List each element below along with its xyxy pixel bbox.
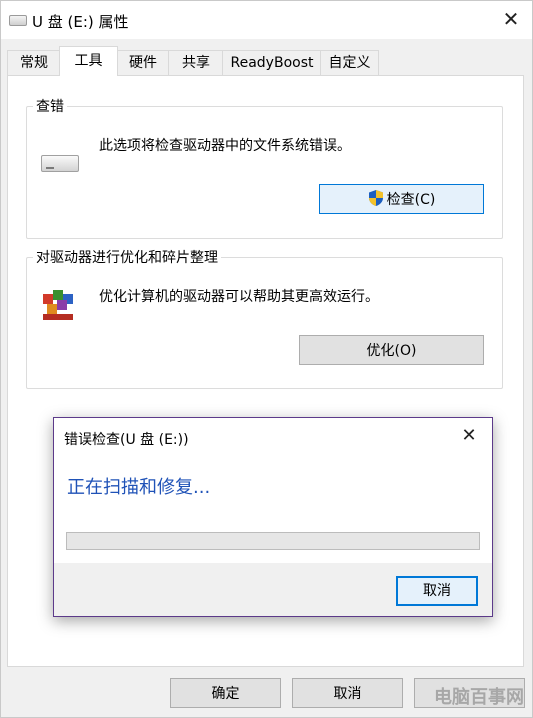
error-check-dialog: 错误检查(U 盘 (E:)) ✕ 正在扫描和修复... 取消 [53,417,493,617]
drive-icon [41,155,79,172]
close-icon[interactable]: ✕ [458,424,480,448]
defrag-icon [43,290,73,320]
scan-progress-bar [66,532,480,550]
optimize-group: 对驱动器进行优化和碎片整理 优化计算机的驱动器可以帮助其更高效运行。 优化(O) [26,247,503,389]
check-button[interactable]: 检查(C) [319,184,484,214]
footer-cancel-button[interactable]: 取消 [292,678,403,708]
title-bar: U 盘 (E:) 属性 ✕ [1,1,532,39]
tab-customize[interactable]: 自定义 [320,50,379,75]
error-check-group: 查错 此选项将检查驱动器中的文件系统错误。 检查(C) [26,96,503,239]
scan-status: 正在扫描和修复... [67,477,211,498]
error-check-description: 此选项将检查驱动器中的文件系统错误。 [99,138,351,154]
ok-button[interactable]: 确定 [170,678,281,708]
optimize-group-title: 对驱动器进行优化和碎片整理 [33,247,221,267]
dialog-cancel-button[interactable]: 取消 [396,576,478,606]
error-check-group-title: 查错 [33,96,67,116]
optimize-button[interactable]: 优化(O) [299,335,484,365]
tab-general[interactable]: 常规 [7,50,61,75]
close-icon[interactable]: ✕ [500,8,522,30]
tab-sharing[interactable]: 共享 [168,50,224,75]
watermark: 电脑百事网 [434,687,524,708]
shield-icon [368,190,383,206]
optimize-description: 优化计算机的驱动器可以帮助其更高效运行。 [99,289,379,305]
window-title: U 盘 (E:) 属性 [32,13,129,31]
properties-window: U 盘 (E:) 属性 ✕ 常规 工具 硬件 共享 ReadyBoost 自定义… [0,0,533,718]
tab-hardware[interactable]: 硬件 [116,50,170,75]
dialog-content: 错误检查(U 盘 (E:)) ✕ 正在扫描和修复... [54,418,492,563]
check-button-label: 检查(C) [386,192,436,208]
tab-readyboost[interactable]: ReadyBoost [222,50,322,75]
drive-icon [9,15,27,26]
tab-tools[interactable]: 工具 [59,46,118,76]
dialog-title: 错误检查(U 盘 (E:)) [64,432,189,448]
